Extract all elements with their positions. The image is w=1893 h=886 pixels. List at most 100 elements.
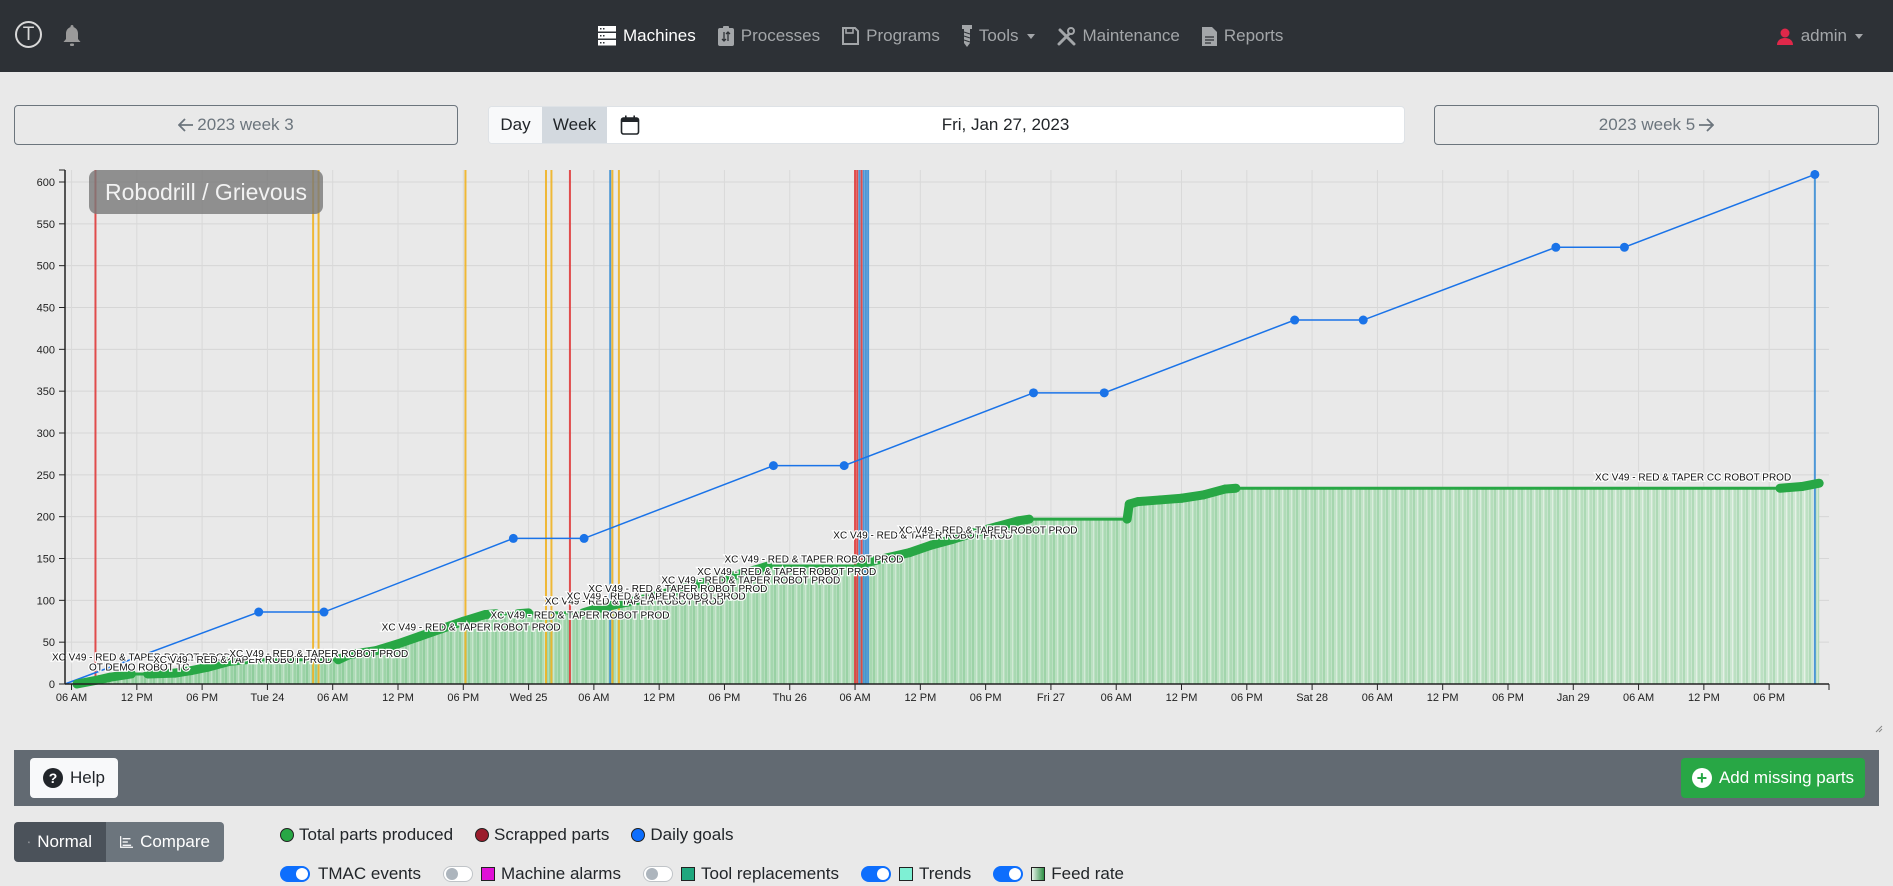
main-nav: Machines Processes Programs Tools Mainte…: [598, 22, 1305, 50]
y-tick-label: 350: [37, 386, 55, 398]
legend-daily-goals[interactable]: Daily goals: [631, 825, 734, 845]
help-label: Help: [70, 768, 105, 787]
week-toggle[interactable]: Week: [542, 107, 607, 143]
toggle-machine-alarms[interactable]: Machine alarms: [442, 864, 621, 884]
day-toggle[interactable]: Day: [489, 107, 542, 143]
calendar-icon[interactable]: [607, 107, 653, 143]
x-tick-label: 06 PM: [447, 692, 479, 704]
nav-tools[interactable]: Tools: [961, 22, 1035, 50]
daily-goal-point: [839, 461, 849, 471]
toggle-tool-replacements[interactable]: Tool replacements: [642, 864, 839, 884]
x-tick-label: Fri 27: [1037, 692, 1065, 704]
chevron-down-icon: [1026, 33, 1035, 39]
y-tick-label: 250: [37, 470, 55, 482]
program-label: XC V49 - RED & TAPER ROBOT PROD: [899, 525, 1078, 536]
logo-icon[interactable]: T: [15, 21, 42, 48]
nav-processes[interactable]: Processes: [717, 22, 821, 50]
nav-processes-label: Processes: [740, 26, 821, 45]
legend-scrapped-parts[interactable]: Scrapped parts: [475, 825, 609, 845]
trends-switch[interactable]: [860, 866, 891, 882]
daily-goal-point: [1290, 315, 1300, 325]
toggle-label: Trends: [918, 864, 972, 883]
add-missing-parts-button[interactable]: + Add missing parts: [1681, 758, 1865, 798]
normal-mode-button[interactable]: Normal: [14, 822, 106, 862]
user-icon: [1776, 28, 1793, 45]
y-tick-label: 300: [37, 428, 55, 440]
program-label: XC V49 - RED & TAPER ROBOT PROD: [724, 555, 903, 566]
x-tick-label: 06 PM: [1492, 692, 1524, 704]
x-tick-label: 06 PM: [970, 692, 1002, 704]
x-tick-label: 06 AM: [1362, 692, 1393, 704]
legend-label: Daily goals: [650, 825, 734, 844]
tmac-events-switch[interactable]: [280, 866, 310, 882]
date-input[interactable]: Fri, Jan 27, 2023: [653, 107, 1404, 143]
x-tick-label: 06 PM: [709, 692, 741, 704]
clipboard-icon: [717, 26, 734, 46]
server-icon: [598, 26, 616, 46]
bar-compare-icon: [120, 836, 134, 848]
date-picker-group: Day Week Fri, Jan 27, 2023: [488, 106, 1405, 144]
compare-mode-button[interactable]: Compare: [106, 822, 224, 862]
user-menu[interactable]: admin: [1776, 22, 1863, 50]
y-tick-label: 0: [49, 679, 55, 691]
x-tick-label: Jan 29: [1557, 692, 1590, 704]
resize-handle-icon[interactable]: [1875, 725, 1883, 733]
aqua-swatch-icon: [898, 867, 913, 881]
x-tick-label: Tue 24: [250, 692, 284, 704]
nav-programs-label: Programs: [866, 26, 940, 45]
series-legend: Total parts produced Scrapped parts Dail…: [280, 825, 756, 845]
program-label: XC V49 - RED & TAPER ROBOT PROD: [697, 567, 876, 578]
toggle-trends[interactable]: Trends: [860, 864, 972, 884]
help-button[interactable]: ? Help: [30, 758, 118, 798]
y-tick-label: 600: [37, 177, 55, 189]
next-week-button[interactable]: 2023 week 5: [1434, 105, 1879, 145]
parts-production-segment: [1797, 478, 1824, 492]
toggle-label: TMAC events: [318, 864, 421, 883]
teal-swatch-icon: [680, 867, 695, 881]
x-tick-label: 06 PM: [1753, 692, 1785, 704]
arrow-left-icon: [178, 118, 194, 132]
daily-goal-point: [254, 607, 264, 617]
machine-alarms-switch[interactable]: [442, 866, 473, 882]
nav-reports-label: Reports: [1223, 26, 1284, 45]
x-tick-label: 06 PM: [1231, 692, 1263, 704]
x-tick-label: 06 AM: [317, 692, 348, 704]
gradient-swatch-icon: [1031, 867, 1046, 881]
legend-label: Total parts produced: [299, 825, 454, 844]
toggle-feed-rate[interactable]: Feed rate: [993, 864, 1124, 884]
prev-week-button[interactable]: 2023 week 3: [14, 105, 458, 145]
toggle-tmac-events[interactable]: TMAC events: [280, 864, 421, 884]
x-tick-label: 12 PM: [643, 692, 675, 704]
parts-production-segment: [105, 669, 136, 682]
magenta-swatch-icon: [480, 867, 495, 881]
legend-total-parts[interactable]: Total parts produced: [280, 825, 453, 845]
nav-programs[interactable]: Programs: [842, 22, 940, 50]
red-dot-icon: [475, 828, 490, 842]
floppy-icon: [842, 27, 860, 45]
nav-tools-label: Tools: [978, 26, 1019, 45]
nav-machines-label: Machines: [623, 26, 696, 45]
plus-circle-icon: +: [1691, 768, 1712, 788]
y-tick-label: 100: [37, 595, 55, 607]
bell-icon[interactable]: [62, 24, 82, 48]
chart-title: Robodrill / Grievous: [89, 170, 323, 214]
green-dot-icon: [280, 828, 294, 842]
feed-rate-switch[interactable]: [993, 866, 1024, 882]
x-tick-label: 06 AM: [578, 692, 609, 704]
nav-maintenance[interactable]: Maintenance: [1057, 22, 1180, 50]
nav-machines[interactable]: Machines: [598, 22, 696, 50]
tool-replacements-switch[interactable]: [642, 866, 673, 882]
legend-label: Scrapped parts: [494, 825, 610, 844]
nav-reports[interactable]: Reports: [1201, 22, 1284, 50]
production-chart[interactable]: XC V49 - RED & TAPER ROBOT PRODOT DEMO R…: [0, 160, 1893, 740]
daily-goal-point: [1029, 388, 1039, 398]
chevron-down-icon: [1855, 33, 1863, 39]
x-tick-label: 06 AM: [1623, 692, 1654, 704]
next-week-label: 2023 week 5: [1598, 115, 1696, 134]
overlay-toggles: TMAC events Machine alarms Tool replacem…: [280, 864, 1146, 884]
daily-goal-point: [1099, 388, 1109, 398]
parts-production-segment: [1220, 483, 1241, 494]
tools-icon: [1057, 26, 1076, 45]
add-missing-parts-label: Add missing parts: [1718, 768, 1855, 787]
toggle-label: Machine alarms: [500, 864, 621, 883]
